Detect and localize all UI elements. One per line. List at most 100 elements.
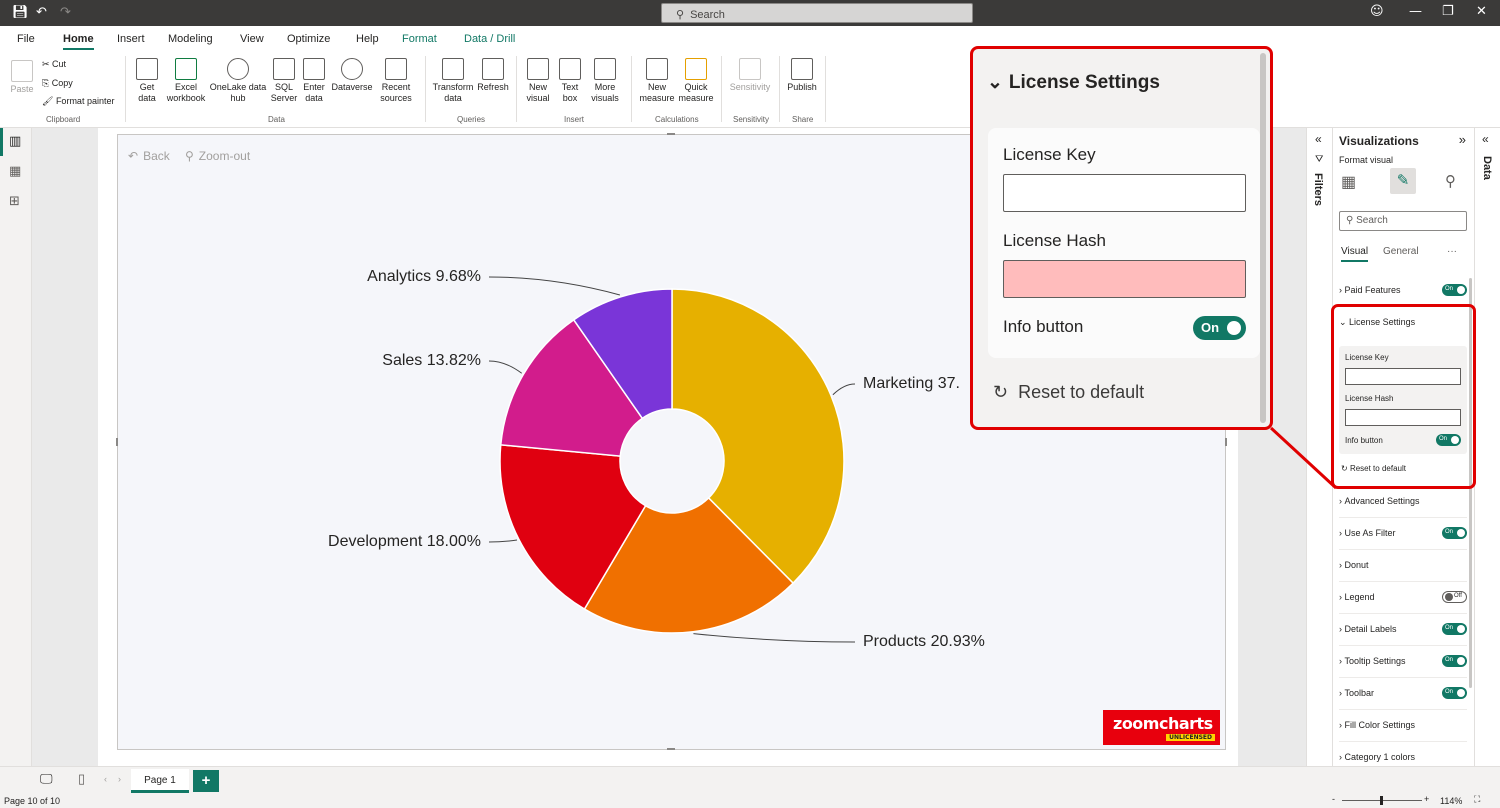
quick-measure-button[interactable]: Quick measure — [676, 58, 716, 104]
enter-data-label: Enter data — [303, 82, 325, 103]
section-toolbar[interactable]: › Toolbar On — [1339, 678, 1467, 710]
queries-group-label: Queries — [457, 115, 486, 124]
prev-page-icon[interactable]: ‹ — [104, 774, 107, 784]
toggle-switch[interactable]: On — [1442, 655, 1467, 667]
save-icon[interactable]: 💾︎ — [12, 5, 29, 20]
analytics-icon[interactable]: ⚲ — [1445, 172, 1456, 190]
dataverse-button[interactable]: Dataverse — [330, 58, 374, 93]
collapse-icon[interactable]: » — [1459, 132, 1466, 147]
tab-help[interactable]: Help — [356, 33, 379, 45]
reset-icon: ↻ — [993, 382, 1009, 402]
add-page-button[interactable]: + — [193, 770, 219, 792]
minimize-icon[interactable]: — — [1409, 4, 1422, 19]
section-use-as-filter[interactable]: › Use As Filter On — [1339, 518, 1467, 550]
tab-data-drill[interactable]: Data / Drill — [464, 33, 515, 45]
transform-data-button[interactable]: Transform data — [432, 58, 474, 104]
undo-icon[interactable]: ↶ — [36, 5, 47, 20]
bar-chart-icon — [527, 58, 549, 80]
zoom-license-key-input[interactable] — [1003, 174, 1246, 212]
sensitivity-button[interactable]: Sensitivity — [727, 58, 773, 93]
separator — [721, 56, 722, 122]
zoom-out-minus[interactable]: - — [1332, 794, 1335, 804]
section-advanced-settings[interactable]: › Advanced Settings — [1339, 486, 1467, 518]
account-icon[interactable]: ☺ — [1370, 4, 1384, 19]
desktop-layout-icon[interactable]: 🖵︎ — [40, 771, 53, 787]
onelake-button[interactable]: OneLake data hub — [208, 58, 268, 104]
sql-server-button[interactable]: SQL Server — [268, 58, 300, 104]
fit-to-page-icon[interactable]: ⛶ — [1474, 794, 1480, 805]
zoom-slider-thumb[interactable] — [1380, 796, 1383, 805]
more-options-icon[interactable]: ··· — [1447, 246, 1457, 257]
section-donut[interactable]: › Donut — [1339, 550, 1467, 582]
tab-visual[interactable]: Visual — [1341, 246, 1369, 262]
zoom-panel-header[interactable]: ⌄ License Settings — [987, 71, 1160, 94]
zoom-license-hash-input[interactable] — [1003, 260, 1246, 298]
mobile-layout-icon[interactable]: ▯ — [78, 771, 85, 787]
toggle-switch[interactable]: On — [1442, 687, 1467, 699]
tab-home[interactable]: Home — [63, 33, 94, 50]
build-visual-icon[interactable]: ▦ — [1341, 172, 1356, 192]
zoomcharts-logo: zoomcharts UNLICENSED — [1103, 710, 1220, 745]
publish-label: Publish — [787, 82, 817, 92]
tab-general[interactable]: General — [1383, 246, 1419, 257]
copy-button[interactable]: ⎘ Copy — [42, 78, 73, 89]
zoom-license-key-label: License Key — [1003, 145, 1096, 164]
resize-handle[interactable] — [1225, 438, 1227, 446]
table-view-icon[interactable]: ▦ — [9, 164, 21, 179]
tab-optimize[interactable]: Optimize — [287, 33, 330, 45]
toggle-switch[interactable]: On — [1442, 527, 1467, 539]
tab-format[interactable]: Format — [402, 33, 437, 45]
data-pane-collapsed[interactable]: « Data — [1474, 128, 1500, 778]
expand-icon[interactable]: « — [1315, 132, 1322, 146]
tab-modeling[interactable]: Modeling — [168, 33, 213, 45]
toggle-switch[interactable]: On — [1442, 623, 1467, 635]
expand-icon[interactable]: « — [1482, 132, 1489, 146]
section-label: Toolbar — [1344, 688, 1375, 698]
section-detail-labels[interactable]: › Detail Labels On — [1339, 614, 1467, 646]
sensitivity-group-label: Sensitivity — [733, 115, 770, 124]
format-painter-button[interactable]: 🖌︎ Format painter — [42, 96, 114, 107]
tab-insert[interactable]: Insert — [117, 33, 145, 45]
filters-pane-collapsed[interactable]: « ⛛ Filters — [1306, 128, 1332, 766]
section-fill-color-settings[interactable]: › Fill Color Settings — [1339, 710, 1467, 742]
separator — [825, 56, 826, 122]
enter-data-button[interactable]: Enter data — [300, 58, 328, 104]
page-tab[interactable]: Page 1 — [131, 769, 189, 793]
more-visuals-icon — [594, 58, 616, 80]
section-paid-features[interactable]: › Paid Features On — [1339, 275, 1467, 307]
restore-icon[interactable]: ❐ — [1442, 4, 1454, 19]
resize-handle[interactable] — [667, 133, 675, 135]
format-visual-icon[interactable]: ✎ — [1390, 168, 1416, 194]
recent-sources-button[interactable]: Recent sources — [374, 58, 418, 104]
model-view-icon[interactable]: ⊞ — [9, 194, 20, 209]
excel-workbook-button[interactable]: Excel workbook — [164, 58, 208, 104]
new-visual-button[interactable]: New visual — [522, 58, 554, 104]
close-icon[interactable]: ✕ — [1476, 4, 1487, 19]
cut-button[interactable]: ✂ Cut — [42, 59, 66, 70]
zoom-reset-to-default-button[interactable]: ↻ Reset to default — [993, 382, 1144, 403]
paste-button[interactable]: Paste — [8, 60, 36, 95]
resize-handle[interactable] — [667, 748, 675, 750]
page-tabs-bar: 🖵︎ ▯ ‹ › Page 1 + — [0, 766, 1500, 794]
toggle-switch[interactable]: Off — [1442, 591, 1467, 603]
more-visuals-button[interactable]: More visuals — [586, 58, 624, 104]
section-tooltip-settings[interactable]: › Tooltip Settings On — [1339, 646, 1467, 678]
refresh-button[interactable]: Refresh — [475, 58, 511, 93]
toggle-switch[interactable]: On — [1442, 284, 1467, 296]
publish-button[interactable]: Publish — [785, 58, 819, 93]
new-measure-button[interactable]: New measure — [637, 58, 677, 104]
viz-search-input[interactable]: ⚲ Search — [1339, 211, 1467, 231]
text-box-button[interactable]: Text box — [555, 58, 585, 104]
report-view-icon[interactable]: ▥ — [9, 134, 21, 149]
zoom-in-plus[interactable]: + — [1424, 794, 1429, 804]
resize-handle[interactable] — [116, 438, 118, 446]
tab-file[interactable]: File — [17, 33, 35, 45]
zoom-info-button-toggle[interactable]: On — [1193, 316, 1246, 340]
next-page-icon[interactable]: › — [118, 774, 121, 784]
section-legend[interactable]: › Legend Off — [1339, 582, 1467, 614]
callout-highlight — [1331, 304, 1476, 489]
title-search-box[interactable]: ⚲ Search — [661, 3, 973, 23]
tab-view[interactable]: View — [240, 33, 264, 45]
redo-icon[interactable]: ↷ — [60, 5, 71, 20]
get-data-button[interactable]: Get data — [132, 58, 162, 104]
